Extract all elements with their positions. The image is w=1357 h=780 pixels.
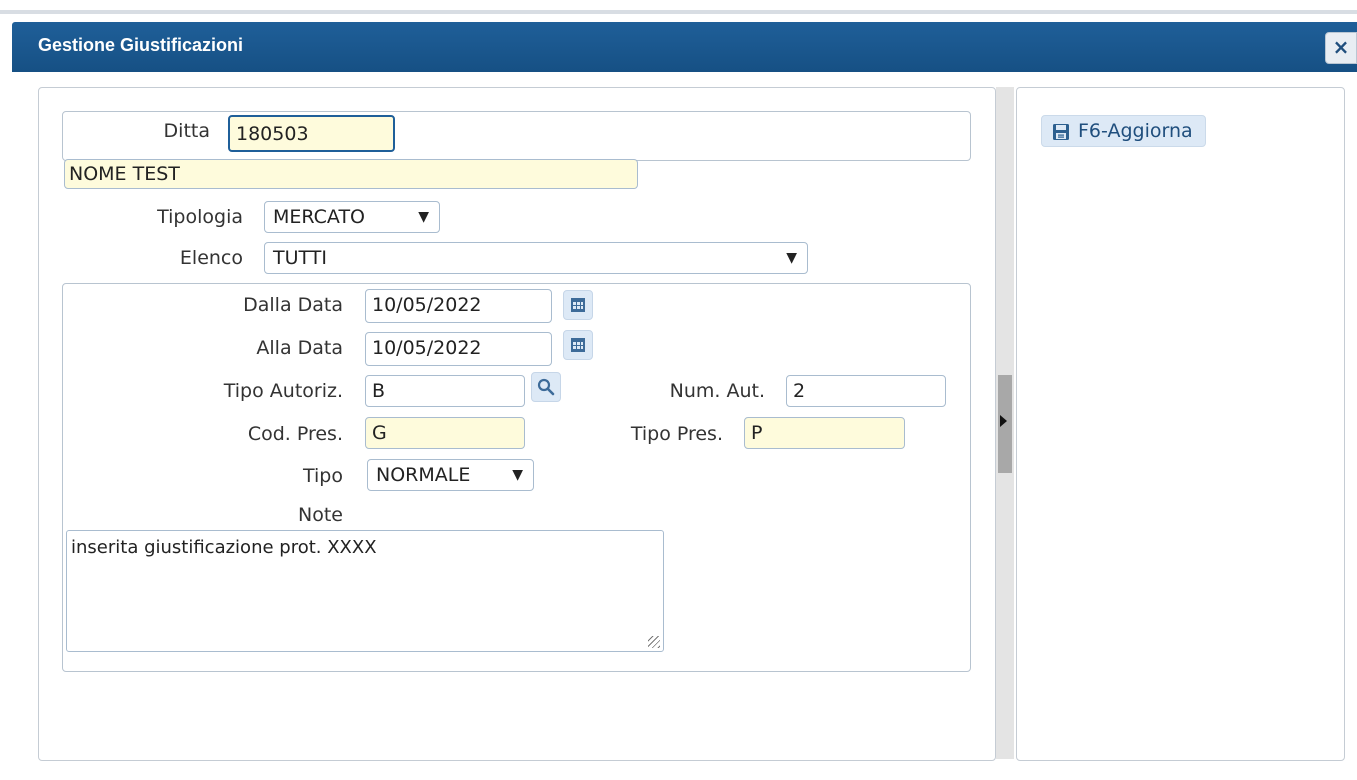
- calendar-icon: [571, 298, 585, 312]
- collapse-arrow-icon[interactable]: [1000, 415, 1007, 427]
- save-icon: [1053, 124, 1069, 140]
- ditta-input[interactable]: 180503: [228, 115, 395, 152]
- close-icon: ×: [1332, 35, 1350, 59]
- dalla-data-calendar-button[interactable]: [563, 290, 593, 320]
- num-aut-label: Num. Aut.: [669, 380, 765, 402]
- alla-data-input[interactable]: 10/05/2022: [365, 332, 552, 366]
- cod-pres-label: Cod. Pres.: [247, 423, 343, 445]
- window-title: Gestione Giustificazioni: [38, 35, 244, 55]
- resize-handle-icon[interactable]: [648, 636, 660, 648]
- elenco-label: Elenco: [179, 247, 243, 269]
- alla-data-label: Alla Data: [256, 337, 343, 359]
- note-label: Note: [298, 504, 343, 526]
- cod-pres-input[interactable]: G: [365, 417, 525, 449]
- tipo-pres-input[interactable]: P: [744, 417, 905, 449]
- aggiorna-label: F6-Aggiorna: [1078, 120, 1193, 142]
- elenco-value: TUTTI: [273, 247, 327, 269]
- chevron-down-icon: ▼: [786, 250, 797, 266]
- close-button[interactable]: ×: [1325, 32, 1357, 64]
- tipologia-value: MERCATO: [273, 206, 366, 228]
- tipologia-label: Tipologia: [157, 206, 243, 228]
- tipo-autoriz-label: Tipo Autoriz.: [223, 380, 343, 402]
- ditta-label: Ditta: [163, 120, 210, 142]
- search-icon: [537, 378, 555, 396]
- window-titlebar: Gestione Giustificazioni ×: [12, 22, 1357, 72]
- alla-data-calendar-button[interactable]: [563, 330, 593, 360]
- calendar-icon: [571, 338, 585, 352]
- actions-panel: [1016, 87, 1345, 761]
- note-text: inserita giustificazione prot. XXXX: [71, 537, 377, 558]
- elenco-select[interactable]: TUTTI ▼: [264, 242, 808, 274]
- dalla-data-label: Dalla Data: [243, 294, 343, 316]
- note-textarea[interactable]: inserita giustificazione prot. XXXX: [66, 530, 664, 652]
- chevron-down-icon: ▼: [512, 467, 523, 483]
- aggiorna-button[interactable]: F6-Aggiorna: [1041, 115, 1206, 147]
- top-strip: [0, 10, 1357, 14]
- tipo-autoriz-input[interactable]: B: [365, 375, 525, 407]
- dalla-data-input[interactable]: 10/05/2022: [365, 289, 552, 323]
- nome-field[interactable]: NOME TEST: [64, 159, 638, 189]
- tipo-pres-label: Tipo Pres.: [630, 423, 723, 445]
- panel-splitter[interactable]: [996, 87, 1014, 759]
- tipologia-select[interactable]: MERCATO ▼: [264, 201, 440, 233]
- num-aut-input[interactable]: 2: [786, 375, 946, 407]
- chevron-down-icon: ▼: [418, 209, 429, 225]
- tipo-value: NORMALE: [376, 464, 471, 486]
- tipo-label: Tipo: [303, 465, 343, 487]
- tipo-autoriz-search-button[interactable]: [531, 372, 561, 402]
- tipo-select[interactable]: NORMALE ▼: [367, 459, 534, 491]
